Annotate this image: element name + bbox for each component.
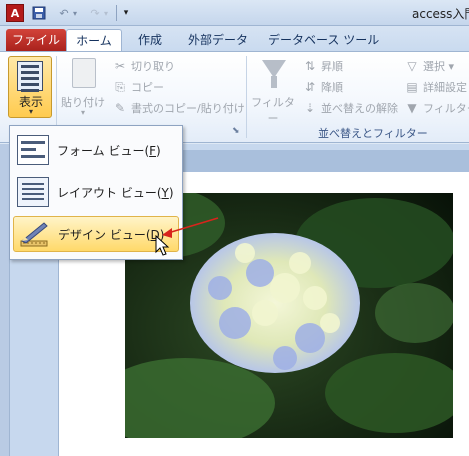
tab-external-data[interactable]: 外部データ [178,29,258,52]
layout-view-label: レイアウト ビュー(Y) [57,185,174,200]
customize-toolbar-icon[interactable]: ▾ [120,4,132,22]
tab-database-tools[interactable]: データベース ツール [258,29,389,52]
copy-button[interactable]: ⎘ コピー [112,79,164,95]
filter-button[interactable]: フィルター [250,58,296,125]
layout-view-icon [17,177,49,207]
toggle-filter-icon: ▼ [407,101,417,115]
selection-icon: ▽ [407,59,417,73]
title-bar: A ↶ ▾ ↷ ▾ ▾ access入門 [0,0,469,26]
form-view-label: フォーム ビュー(F) [57,143,161,158]
paste-button[interactable]: 貼り付け ▾ [58,58,108,118]
design-view-label: デザイン ビュー(D) [58,227,165,242]
toolbar-separator [116,5,117,21]
sort-filter-group-label: 並べ替えとフィルター [318,127,428,140]
tab-file[interactable]: ファイル [6,29,66,52]
scissors-icon: ✂ [114,59,126,73]
ribbon-tab-row: ファイル ホーム 作成 外部データ データベース ツール [0,26,469,53]
view-dropdown-icon: ▾ [28,107,33,116]
design-view-icon [18,219,50,249]
advanced-filter-icon: ▤ [406,80,418,94]
toggle-filter-button[interactable]: ▼フィルターの [404,100,469,116]
funnel-stem [271,76,277,88]
menu-item-form-view[interactable]: フォーム ビュー(F) [13,132,179,168]
sort-descending-button[interactable]: ⇵ 降順 [302,79,343,95]
form-view-icon [17,135,49,165]
view-icon [17,61,43,92]
brush-icon: ✎ [114,101,126,115]
filter-label: フィルター [251,96,295,125]
sort-ascending-button[interactable]: ⇅ 昇順 [302,58,343,74]
paste-dropdown-icon: ▾ [80,108,85,117]
mouse-cursor-icon [155,235,170,256]
access-app-icon[interactable]: A [6,4,24,22]
window-title: access入門 [412,7,469,21]
redo-dropdown-icon[interactable]: ▾ [101,4,111,22]
clear-sort-icon: ⇣ [304,101,316,115]
group-separator [246,56,247,138]
format-painter-button[interactable]: ✎ 書式のコピー/貼り付け [112,100,245,116]
clear-sort-button[interactable]: ⇣ 並べ替えの解除 [302,100,398,116]
selection-button[interactable]: ▽ 選択 ▾ [404,58,454,74]
advanced-filter-button[interactable]: ▤ 詳細設定 [404,79,467,95]
tab-home[interactable]: ホーム [66,29,122,53]
view-button[interactable]: 表示 ▾ [8,56,52,118]
save-icon[interactable] [30,4,48,22]
copy-icon: ⎘ [115,80,125,94]
clipboard-dialog-launcher-icon[interactable]: ⬊ [232,126,240,136]
sort-descending-icon: ⇵ [304,80,316,94]
sort-ascending-icon: ⇅ [304,59,316,73]
clipboard-icon [72,58,96,88]
tab-create[interactable]: 作成 [128,29,172,52]
menu-item-layout-view[interactable]: レイアウト ビュー(Y) [13,174,179,210]
undo-dropdown-icon[interactable]: ▾ [70,4,80,22]
cut-button[interactable]: ✂ 切り取り [112,58,175,74]
